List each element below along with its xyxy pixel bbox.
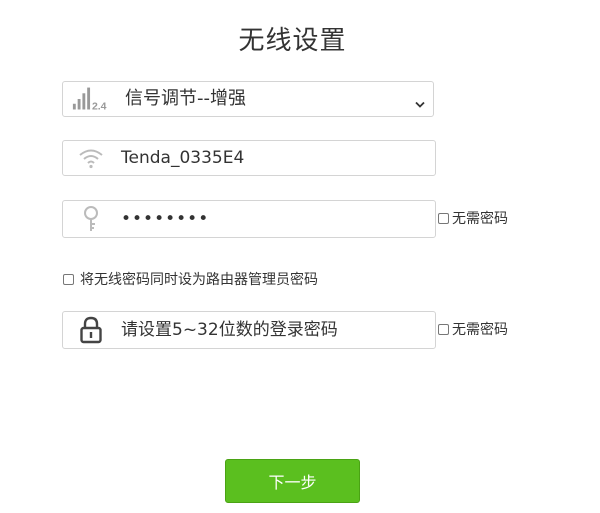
page-title: 无线设置: [238, 26, 347, 56]
admin-no-password-checkbox[interactable]: [438, 323, 449, 335]
chevron-down-icon: [415, 94, 425, 113]
sync-password-checkbox[interactable]: [63, 273, 74, 285]
admin-no-password-option[interactable]: 无需密码: [438, 319, 508, 339]
band-label: 2.4: [92, 101, 107, 112]
wifi-no-password-label: 无需密码: [452, 211, 508, 227]
wifi-password-input[interactable]: ••••••••: [62, 200, 436, 238]
wifi-password-value: ••••••••: [121, 209, 210, 229]
ssid-input[interactable]: Tenda_0335E4: [62, 140, 436, 176]
admin-no-password-label: 无需密码: [452, 322, 508, 338]
signal-strength-value: 信号调节--增强: [125, 88, 246, 109]
admin-password-placeholder: 请设置5~32位数的登录密码: [121, 320, 338, 340]
signal-strength-icon: 2.4: [71, 82, 111, 116]
next-button[interactable]: 下一步: [225, 459, 360, 503]
lock-icon: [71, 312, 111, 348]
signal-strength-select[interactable]: 2.4 信号调节--增强: [62, 81, 434, 117]
key-icon: [71, 201, 111, 237]
wifi-no-password-option[interactable]: 无需密码: [438, 208, 508, 228]
sync-password-option[interactable]: 将无线密码同时设为路由器管理员密码: [63, 269, 318, 289]
wifi-icon: [71, 141, 111, 175]
ssid-value: Tenda_0335E4: [121, 148, 245, 168]
wifi-no-password-checkbox[interactable]: [438, 212, 449, 224]
sync-password-label: 将无线密码同时设为路由器管理员密码: [80, 272, 318, 288]
admin-password-input[interactable]: 请设置5~32位数的登录密码: [62, 311, 436, 349]
